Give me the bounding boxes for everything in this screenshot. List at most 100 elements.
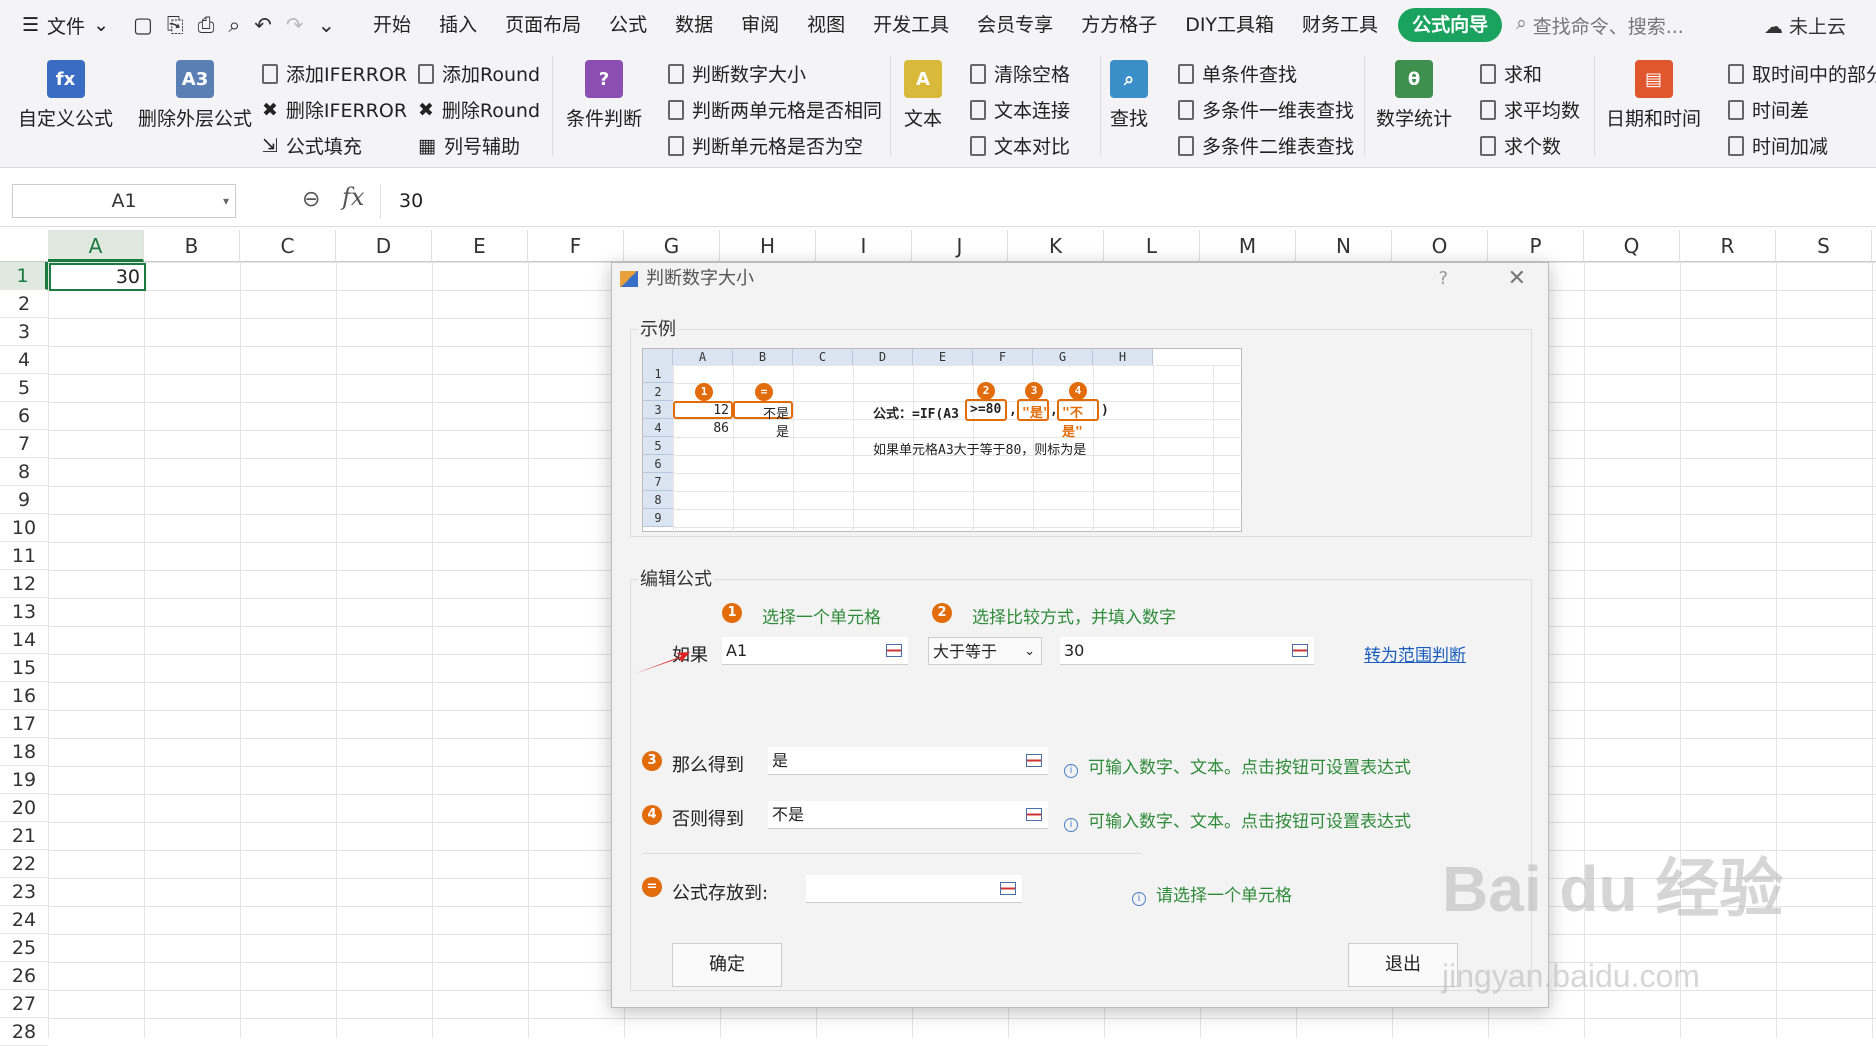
tab-review[interactable]: 审阅 bbox=[727, 8, 793, 42]
file-menu[interactable]: ☰ 文件 ⌄ bbox=[0, 12, 123, 39]
range-picker-icon[interactable] bbox=[886, 644, 902, 657]
multi-2d-button[interactable]: 多条件二维表查找 bbox=[1178, 132, 1354, 159]
row-header[interactable]: 7 bbox=[0, 430, 48, 458]
find-button[interactable]: ⌕ 查找 bbox=[1110, 60, 1148, 131]
row-header[interactable]: 10 bbox=[0, 514, 48, 542]
column-header[interactable]: H bbox=[720, 230, 816, 262]
close-icon[interactable]: ✕ bbox=[1508, 263, 1526, 295]
column-header[interactable]: C bbox=[240, 230, 336, 262]
row-header[interactable]: 17 bbox=[0, 710, 48, 738]
cell-ref-input[interactable]: A1 bbox=[722, 637, 908, 665]
command-search[interactable]: ⌕ 查找命令、搜索... bbox=[1516, 12, 1684, 39]
tab-finance[interactable]: 财务工具 bbox=[1288, 8, 1392, 42]
cond-judge-button[interactable]: ? 条件判断 bbox=[566, 60, 642, 131]
column-header[interactable]: O bbox=[1392, 230, 1488, 262]
row-header[interactable]: 24 bbox=[0, 906, 48, 934]
print-icon[interactable]: ⎙ bbox=[198, 13, 215, 38]
column-header[interactable]: G bbox=[624, 230, 720, 262]
row-header[interactable]: 5 bbox=[0, 374, 48, 402]
time-part-button[interactable]: 取时间中的部分 bbox=[1728, 60, 1876, 87]
column-header[interactable]: I bbox=[816, 230, 912, 262]
store-input[interactable] bbox=[806, 875, 1022, 903]
count-button[interactable]: 求个数 bbox=[1480, 132, 1561, 159]
row-header[interactable]: 15 bbox=[0, 654, 48, 682]
fx-icon[interactable]: fx bbox=[342, 183, 364, 211]
text-button[interactable]: A 文本 bbox=[904, 60, 942, 131]
row-header[interactable]: 14 bbox=[0, 626, 48, 654]
then-input[interactable]: 是 bbox=[768, 747, 1048, 775]
tab-formula-wizard[interactable]: 公式向导 bbox=[1398, 8, 1503, 42]
sum-button[interactable]: 求和 bbox=[1480, 60, 1542, 87]
row-header[interactable]: 2 bbox=[0, 290, 48, 318]
ok-button[interactable]: 确定 bbox=[672, 943, 782, 987]
formula-input[interactable]: 30 bbox=[380, 184, 1876, 218]
add-iferror-button[interactable]: 添加IFERROR bbox=[262, 60, 407, 87]
cloud-status[interactable]: ☁ 未上云 bbox=[1764, 12, 1846, 39]
column-header[interactable]: R bbox=[1680, 230, 1776, 262]
tab-data[interactable]: 数据 bbox=[661, 8, 727, 42]
column-header[interactable]: J bbox=[912, 230, 1008, 262]
zoom-icon[interactable]: ⊖ bbox=[302, 187, 320, 212]
text-compare-button[interactable]: 文本对比 bbox=[970, 132, 1070, 159]
tab-layout[interactable]: 页面布局 bbox=[491, 8, 595, 42]
time-diff-button[interactable]: 时间差 bbox=[1728, 96, 1809, 123]
range-picker-icon[interactable] bbox=[1292, 644, 1308, 657]
row-header[interactable]: 19 bbox=[0, 766, 48, 794]
compare-select[interactable]: 大于等于 ⌄ bbox=[928, 637, 1042, 665]
redo-icon[interactable]: ↷ bbox=[286, 13, 304, 38]
range-picker-icon[interactable] bbox=[1026, 808, 1042, 821]
help-icon[interactable]: ? bbox=[1438, 263, 1448, 295]
tab-member[interactable]: 会员专享 bbox=[963, 8, 1067, 42]
column-header[interactable]: K bbox=[1008, 230, 1104, 262]
custom-formula-button[interactable]: fx 自定义公式 bbox=[18, 60, 113, 131]
tab-insert[interactable]: 插入 bbox=[425, 8, 491, 42]
row-header[interactable]: 25 bbox=[0, 934, 48, 962]
column-header[interactable]: Q bbox=[1584, 230, 1680, 262]
cell-a1[interactable]: 30 bbox=[49, 263, 146, 291]
row-header[interactable]: 8 bbox=[0, 458, 48, 486]
else-input[interactable]: 不是 bbox=[768, 801, 1048, 829]
row-header[interactable]: 21 bbox=[0, 822, 48, 850]
row-header[interactable]: 20 bbox=[0, 794, 48, 822]
add-round-button[interactable]: 添加Round bbox=[418, 60, 540, 87]
formula-fill-button[interactable]: ⇲ 公式填充 bbox=[262, 132, 362, 159]
row-header[interactable]: 9 bbox=[0, 486, 48, 514]
row-header[interactable]: 1 bbox=[0, 262, 48, 290]
judge-empty-button[interactable]: 判断单元格是否为空 bbox=[668, 132, 863, 159]
tab-ffgz[interactable]: 方方格子 bbox=[1067, 8, 1171, 42]
text-join-button[interactable]: 文本连接 bbox=[970, 96, 1070, 123]
column-header[interactable]: N bbox=[1296, 230, 1392, 262]
row-header[interactable]: 18 bbox=[0, 738, 48, 766]
column-header[interactable]: A bbox=[48, 230, 144, 262]
tab-view[interactable]: 视图 bbox=[793, 8, 859, 42]
preview-icon[interactable]: ⌕ bbox=[228, 13, 240, 38]
row-header[interactable]: 22 bbox=[0, 850, 48, 878]
column-header[interactable]: L bbox=[1104, 230, 1200, 262]
name-box[interactable]: A1 ▾ bbox=[12, 184, 236, 218]
column-header[interactable]: P bbox=[1488, 230, 1584, 262]
column-header[interactable]: E bbox=[432, 230, 528, 262]
column-header[interactable]: F bbox=[528, 230, 624, 262]
range-picker-icon[interactable] bbox=[1026, 754, 1042, 767]
row-header[interactable]: 13 bbox=[0, 598, 48, 626]
tab-diy[interactable]: DIY工具箱 bbox=[1171, 8, 1288, 42]
row-header[interactable]: 28 bbox=[0, 1018, 48, 1046]
save-icon[interactable]: ▢ bbox=[133, 13, 153, 38]
row-header[interactable]: 4 bbox=[0, 346, 48, 374]
row-header[interactable]: 3 bbox=[0, 318, 48, 346]
datetime-button[interactable]: ▤ 日期和时间 bbox=[1606, 60, 1701, 131]
row-header[interactable]: 16 bbox=[0, 682, 48, 710]
col-helper-button[interactable]: ▦ 列号辅助 bbox=[418, 132, 520, 159]
row-header[interactable]: 11 bbox=[0, 542, 48, 570]
number-input[interactable]: 30 bbox=[1060, 637, 1314, 665]
range-picker-icon[interactable] bbox=[1000, 882, 1016, 895]
judge-same-button[interactable]: 判断两单元格是否相同 bbox=[668, 96, 882, 123]
undo-icon[interactable]: ↶ bbox=[254, 13, 272, 38]
single-find-button[interactable]: 单条件查找 bbox=[1178, 60, 1297, 87]
avg-button[interactable]: 求平均数 bbox=[1480, 96, 1580, 123]
row-header[interactable]: 6 bbox=[0, 402, 48, 430]
row-header[interactable]: 12 bbox=[0, 570, 48, 598]
clear-space-button[interactable]: 清除空格 bbox=[970, 60, 1070, 87]
judge-size-button[interactable]: 判断数字大小 bbox=[668, 60, 806, 87]
column-header[interactable]: M bbox=[1200, 230, 1296, 262]
